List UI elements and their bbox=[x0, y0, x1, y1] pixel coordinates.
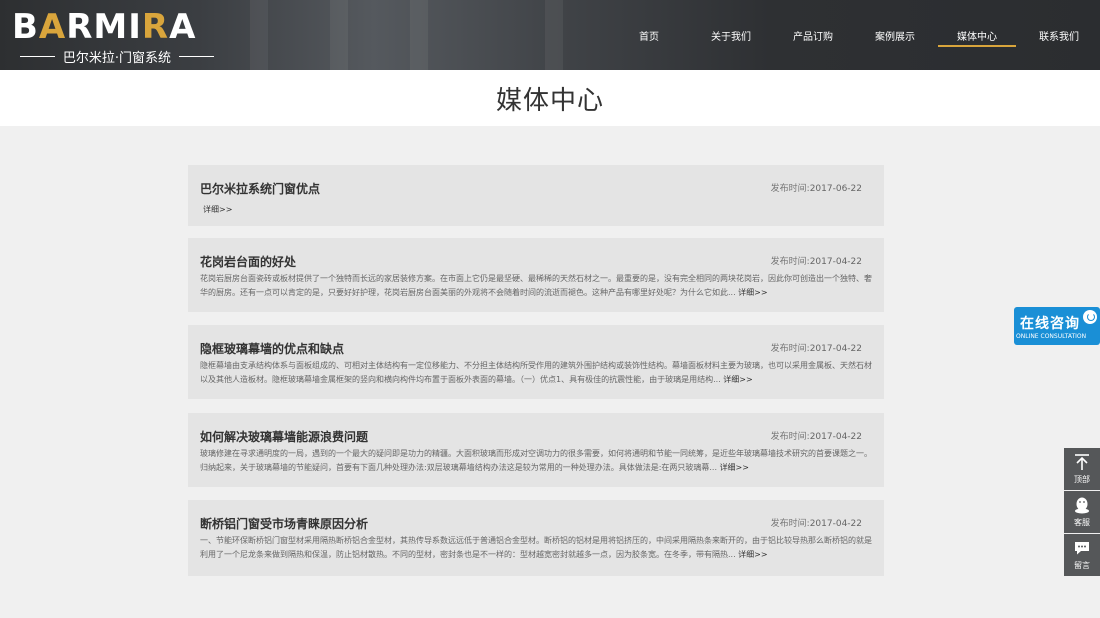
article-card[interactable]: 隐框玻璃幕墙的优点和缺点 发布时间:2017-04-22 隐框幕墙由支承结构体系… bbox=[188, 325, 884, 399]
side-toolbar: 顶部 客服 留言 bbox=[1064, 448, 1100, 577]
message-icon bbox=[1075, 542, 1089, 555]
article-date: 发布时间:2017-04-22 bbox=[770, 257, 862, 267]
article-excerpt: 隐框幕墙由支承结构体系与面板组成的、可相对主体结构有一定位移能力、不分担主体结构… bbox=[200, 361, 872, 384]
page-title-band: 媒体中心 bbox=[0, 70, 1100, 126]
logo-wordmark: BARMIRA bbox=[12, 7, 197, 47]
consult-title: 在线咨询 bbox=[1020, 316, 1080, 332]
article-date: 发布时间:2017-06-22 bbox=[770, 184, 862, 194]
nav-item-contact[interactable]: 联系我们 bbox=[1018, 0, 1100, 70]
main-nav: 首页 关于我们 产品订购 案例展示 媒体中心 联系我们 bbox=[608, 0, 1100, 70]
tagline-divider bbox=[20, 55, 55, 57]
leave-message-label: 留言 bbox=[1074, 561, 1090, 570]
header-bg-column bbox=[330, 0, 348, 70]
page-title: 媒体中心 bbox=[495, 85, 604, 116]
logo-tagline: 巴尔米拉·门窗系统 bbox=[12, 48, 222, 66]
article-excerpt: 玻璃修建在寻求通明度的一局，遇到的一个最大的疑问即是功力的精疆。大面积玻璃而形成… bbox=[200, 449, 872, 472]
article-card[interactable]: 断桥铝门窗受市场青睐原因分析 发布时间:2017-04-22 一、节能环保断桥铝… bbox=[188, 500, 884, 576]
header-bg-column bbox=[545, 0, 563, 70]
article-date: 发布时间:2017-04-22 bbox=[770, 432, 862, 442]
article-date: 发布时间:2017-04-22 bbox=[770, 344, 862, 354]
leave-message-button[interactable]: 留言 bbox=[1064, 534, 1100, 576]
qq-penguin-icon bbox=[1075, 497, 1089, 514]
online-consultation-button[interactable]: 在线咨询 ONLINE CONSULTATION bbox=[1014, 307, 1100, 345]
nav-item-products[interactable]: 产品订购 bbox=[772, 0, 854, 70]
article-more-link[interactable]: 详细>> bbox=[203, 204, 232, 215]
back-to-top-icon bbox=[1075, 454, 1089, 470]
article-more-link[interactable]: 详细>> bbox=[723, 375, 752, 384]
article-excerpt: 一、节能环保断桥铝门窗型材采用隔热断桥铝合金型材，其热传导系数远远低于普通铝合金… bbox=[200, 536, 872, 559]
article-more-link[interactable]: 详细>> bbox=[720, 463, 749, 472]
nav-item-cases[interactable]: 案例展示 bbox=[854, 0, 936, 70]
article-card[interactable]: 花岗岩台面的好处 发布时间:2017-04-22 花岗岩厨房台面瓷砖或板材提供了… bbox=[188, 238, 884, 312]
qq-icon bbox=[1083, 310, 1097, 324]
article-card[interactable]: 如何解决玻璃幕墙能源浪费问题 发布时间:2017-04-22 玻璃修建在寻求通明… bbox=[188, 413, 884, 487]
nav-item-about[interactable]: 关于我们 bbox=[690, 0, 772, 70]
article-date: 发布时间:2017-04-22 bbox=[770, 519, 862, 529]
article-card[interactable]: 巴尔米拉系统门窗优点 发布时间:2017-06-22 详细>> bbox=[188, 165, 884, 226]
article-excerpt: 花岗岩厨房台面瓷砖或板材提供了一个独特而长远的家居装修方案。在市面上它仍是最坚硬… bbox=[200, 274, 872, 297]
article-more-link[interactable]: 详细>> bbox=[738, 550, 767, 559]
consult-subtitle: ONLINE CONSULTATION bbox=[1016, 333, 1087, 340]
site-header: BARMIRA 巴尔米拉·门窗系统 首页 关于我们 产品订购 案例展示 媒体中心… bbox=[0, 0, 1100, 70]
header-bg-column bbox=[410, 0, 428, 70]
nav-item-home[interactable]: 首页 bbox=[608, 0, 690, 70]
header-bg-column bbox=[250, 0, 268, 70]
tagline-divider bbox=[179, 55, 214, 57]
back-to-top-button[interactable]: 顶部 bbox=[1064, 448, 1100, 490]
nav-item-media[interactable]: 媒体中心 bbox=[936, 0, 1018, 70]
customer-service-label: 客服 bbox=[1074, 518, 1090, 527]
back-to-top-label: 顶部 bbox=[1074, 475, 1090, 484]
article-more-link[interactable]: 详细>> bbox=[738, 288, 767, 297]
customer-service-button[interactable]: 客服 bbox=[1064, 491, 1100, 533]
site-logo[interactable]: BARMIRA 巴尔米拉·门窗系统 bbox=[12, 7, 222, 66]
tagline-text: 巴尔米拉·门窗系统 bbox=[62, 50, 172, 66]
